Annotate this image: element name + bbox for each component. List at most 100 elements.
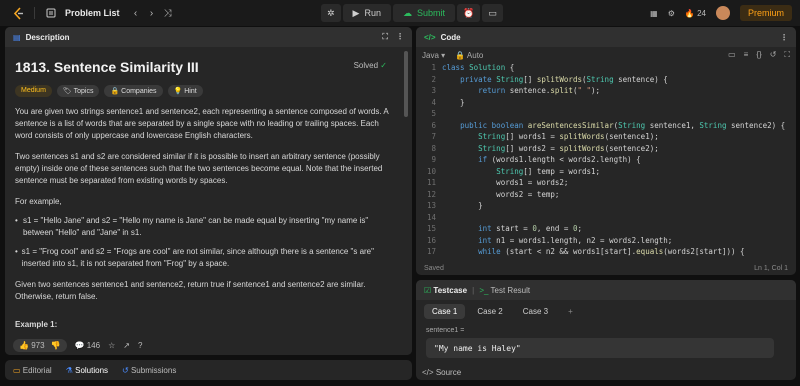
source-label: Source — [435, 367, 462, 377]
code-text: int start = 0, end = 0; — [478, 224, 582, 233]
expand-icon[interactable]: ⛶ — [382, 32, 388, 42]
code-line[interactable]: 3 return sentence.split(" "); — [416, 86, 796, 98]
star-icon[interactable]: ☆ — [108, 341, 115, 350]
code-line[interactable]: 16 int n1 = words1.length, n2 = words2.l… — [416, 236, 796, 248]
help-icon[interactable]: ? — [138, 341, 142, 350]
code-line[interactable]: 12 words2 = temp; — [416, 190, 796, 202]
tab-solutions[interactable]: ⚗ Solutions — [66, 366, 108, 375]
line-number: 17 — [426, 247, 436, 256]
case-tab-1[interactable]: Case 1 — [424, 304, 466, 319]
code-text: String[] temp = words1; — [496, 166, 601, 176]
hint-chip[interactable]: 💡 Hint — [167, 85, 203, 97]
variable-label: sentence1 = — [426, 327, 465, 334]
share-icon[interactable]: ↗ — [123, 341, 130, 350]
code-text: words2 = temp; — [442, 189, 560, 199]
auto-mode-toggle[interactable]: 🔒 Auto — [455, 51, 483, 60]
cursor-position: Ln 1, Col 1 — [754, 264, 788, 272]
companies-chip[interactable]: 🔒 Companies — [104, 85, 163, 97]
case-tab-3[interactable]: Case 3 — [515, 304, 556, 319]
tab-editorial[interactable]: ▭ Editorial — [13, 366, 52, 375]
example-bullet-1: • s1 = "Hello Jane" and s2 = "Hello my na… — [15, 215, 395, 239]
bullet-2-text: s1 = "Frog cool" and s2 = "Frogs are coo… — [21, 247, 374, 268]
notes-button[interactable]: ▭ — [482, 4, 503, 22]
language-select[interactable]: Java ▾ — [422, 51, 445, 60]
code-line[interactable]: 10 String[] temp = words1; — [416, 167, 796, 179]
more-icon[interactable]: ⋮ — [396, 32, 404, 42]
like-button[interactable]: 👍 973 — [19, 341, 45, 350]
example-bullet-2: • s1 = "Frog cool" and s2 = "Frogs are co… — [15, 246, 395, 270]
description-tab[interactable]: ▤ Description ⛶ ⋮ — [5, 27, 412, 47]
run-button[interactable]: ▶ Run — [342, 4, 391, 22]
dislike-icon[interactable]: 👎 — [51, 341, 61, 350]
add-case-icon[interactable]: + — [560, 304, 581, 319]
more-icon[interactable]: ⋮ — [780, 33, 788, 42]
reset-icon[interactable]: ↺ — [770, 50, 777, 60]
code-tab[interactable]: </> Code ⋮ — [416, 27, 796, 47]
avatar[interactable] — [715, 6, 730, 20]
chevron-right-icon[interactable]: › — [144, 5, 160, 21]
line-number: 6 — [431, 120, 436, 130]
layout-icon[interactable]: ▦ — [650, 9, 658, 18]
code-editor[interactable]: 1 class Solution {2 private String[] spli… — [416, 63, 796, 259]
tab-testcase[interactable]: ☑ Testcase — [424, 286, 467, 295]
streak-counter[interactable]: 🔥 24 — [685, 9, 706, 18]
source-toggle[interactable]: </> Source — [422, 368, 461, 377]
case-tabs: Case 1 Case 2 Case 3 + — [416, 300, 796, 323]
test-result-label: Test Result — [490, 285, 531, 295]
timer-button[interactable]: ⏰ — [457, 4, 481, 22]
tab-test-result[interactable]: >_ Test Result — [479, 286, 530, 295]
comments-button[interactable]: 💬 146 — [75, 341, 101, 350]
code-text: String[] words2 = splitWords(sentence2); — [478, 143, 659, 153]
line-number: 14 — [426, 212, 436, 222]
code-line[interactable]: 7 String[] words1 = splitWords(sentence1… — [416, 132, 796, 144]
code-line[interactable]: 11 words1 = words2; — [416, 178, 796, 190]
checkbox-icon: ☑ — [424, 285, 432, 295]
document-icon: ▤ — [13, 32, 21, 42]
settings-icon[interactable]: ⚙ — [668, 9, 675, 18]
format-icon[interactable]: ≡ — [744, 50, 749, 60]
case-tab-2[interactable]: Case 2 — [469, 304, 510, 319]
code-line[interactable]: 17 while (start < n2 && words1[start].eq… — [416, 247, 796, 259]
line-number: 7 — [431, 132, 436, 141]
code-toolbar: Java ▾ 🔒 Auto ▭ ≡ {} ↺ ⛶ — [416, 47, 796, 63]
list-icon[interactable] — [43, 5, 59, 21]
debug-button[interactable]: ✲ — [321, 4, 341, 22]
shuffle-icon[interactable]: ⤨ — [160, 5, 176, 21]
history-icon: ↺ — [122, 365, 129, 375]
code-line[interactable]: 8 String[] words2 = splitWords(sentence2… — [416, 144, 796, 156]
premium-button[interactable]: Premium — [739, 5, 792, 21]
bookmark-icon[interactable]: ▭ — [728, 50, 736, 60]
code-line[interactable]: 2 private String[] splitWords(String sen… — [416, 75, 796, 87]
problem-list-link[interactable]: Problem List — [65, 8, 120, 18]
code-line[interactable]: 15 int start = 0, end = 0; — [416, 224, 796, 236]
save-status: Saved — [424, 264, 444, 272]
testcase-header: ☑ Testcase | >_ Test Result — [416, 280, 796, 300]
tag-chips: Medium 🏷 Topics 🔒 Companies 💡 Hint — [15, 85, 395, 97]
line-number: 3 — [431, 86, 436, 95]
line-number: 11 — [426, 178, 436, 187]
code-line[interactable]: 5 — [416, 109, 796, 121]
topics-label: Topics — [73, 88, 94, 95]
cloud-upload-icon: ☁ — [402, 7, 412, 18]
code-text: String[] words1 = splitWords(sentence1); — [478, 132, 659, 141]
bottom-tab-bar: ▭ Editorial ⚗ Solutions ↺ Submissions — [5, 360, 412, 380]
sentence1-input[interactable]: "My name is Haley" — [426, 338, 774, 358]
code-line[interactable]: 14 — [416, 213, 796, 225]
companies-label: Companies — [121, 88, 157, 95]
code-line[interactable]: 6 public boolean areSentencesSimilar(Str… — [416, 121, 796, 133]
code-line[interactable]: 13 } — [416, 201, 796, 213]
braces-icon[interactable]: {} — [756, 50, 761, 60]
fullscreen-icon[interactable]: ⛶ — [784, 50, 790, 60]
submit-button[interactable]: ☁ Submit — [392, 4, 455, 22]
code-line[interactable]: 1 class Solution { — [416, 63, 796, 75]
chevron-left-icon[interactable]: ‹ — [128, 5, 144, 21]
language-value: Java — [422, 50, 439, 60]
description-scrollbar[interactable] — [404, 51, 408, 117]
tab-submissions[interactable]: ↺ Submissions — [122, 366, 176, 375]
leetcode-logo-icon[interactable] — [12, 6, 26, 20]
vote-group: 👍 973 👎 — [13, 338, 67, 352]
divider — [34, 7, 35, 19]
code-line[interactable]: 4 } — [416, 98, 796, 110]
code-line[interactable]: 9 if (words1.length < words2.length) { — [416, 155, 796, 167]
topics-chip[interactable]: 🏷 Topics — [56, 85, 100, 97]
